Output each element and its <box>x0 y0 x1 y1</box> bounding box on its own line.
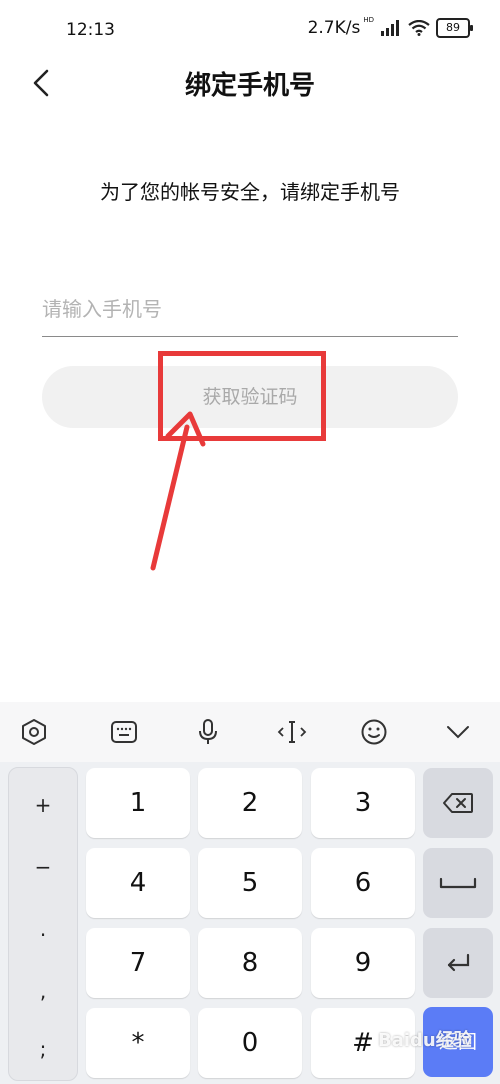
key-4[interactable]: 4 <box>86 848 190 918</box>
header: 绑定手机号 <box>0 55 500 111</box>
symbol-comma-key[interactable]: , <box>9 960 77 1022</box>
keyboard-icon <box>111 721 137 743</box>
phone-input[interactable] <box>42 282 458 337</box>
baidu-watermark: Baidu经验 <box>378 1030 472 1051</box>
symbol-minus-key[interactable]: − <box>9 836 77 898</box>
keyboard-settings-button[interactable] <box>14 714 54 750</box>
key-9[interactable]: 9 <box>311 928 415 998</box>
symbol-dot-key[interactable]: . <box>9 898 77 960</box>
cursor-icon <box>277 721 307 743</box>
key-6[interactable]: 6 <box>311 848 415 918</box>
enter-icon <box>447 953 470 972</box>
key-0[interactable]: 0 <box>198 1008 302 1078</box>
chevron-down-icon <box>447 726 469 739</box>
key-5[interactable]: 5 <box>198 848 302 918</box>
microphone-icon <box>199 719 217 744</box>
space-key[interactable] <box>423 848 493 918</box>
symbol-plus-key[interactable]: + <box>9 774 77 836</box>
security-hint: 为了您的帐号安全，请绑定手机号 <box>100 180 400 204</box>
cursor-move-button[interactable] <box>272 714 312 750</box>
key-3[interactable]: 3 <box>311 768 415 838</box>
status-right: 2.7K/s HD 89 <box>307 16 473 38</box>
annotation-highlight-box <box>158 351 326 441</box>
page-title: 绑定手机号 <box>184 71 315 101</box>
key-2[interactable]: 2 <box>198 768 302 838</box>
key-1[interactable]: 1 <box>86 768 190 838</box>
emoji-button[interactable] <box>354 714 394 750</box>
battery-icon: 89 <box>436 18 473 38</box>
key-8[interactable]: 8 <box>198 928 302 998</box>
backspace-key[interactable] <box>423 768 493 838</box>
net-speed: 2.7K/s <box>307 18 361 38</box>
enter-key[interactable] <box>423 928 493 998</box>
status-bar: 12:13 2.7K/s HD 89 <box>0 0 500 60</box>
hide-keyboard-button[interactable] <box>438 714 478 750</box>
hd-badge: HD <box>363 16 374 24</box>
status-time: 12:13 <box>66 20 115 40</box>
hexagon-settings-icon <box>22 719 46 745</box>
voice-input-button[interactable] <box>188 714 228 750</box>
emoji-icon <box>361 719 387 745</box>
symbol-column: + − . , ; <box>8 767 78 1081</box>
space-icon <box>439 877 477 889</box>
signal-icon <box>381 20 399 36</box>
backspace-icon <box>443 793 473 813</box>
symbol-semicolon-key[interactable]: ; <box>9 1018 77 1080</box>
wifi-icon <box>408 20 430 36</box>
keyboard-toolbar <box>0 702 500 762</box>
key-7[interactable]: 7 <box>86 928 190 998</box>
keyboard-switch-button[interactable] <box>104 714 144 750</box>
key-asterisk[interactable]: * <box>86 1008 190 1078</box>
